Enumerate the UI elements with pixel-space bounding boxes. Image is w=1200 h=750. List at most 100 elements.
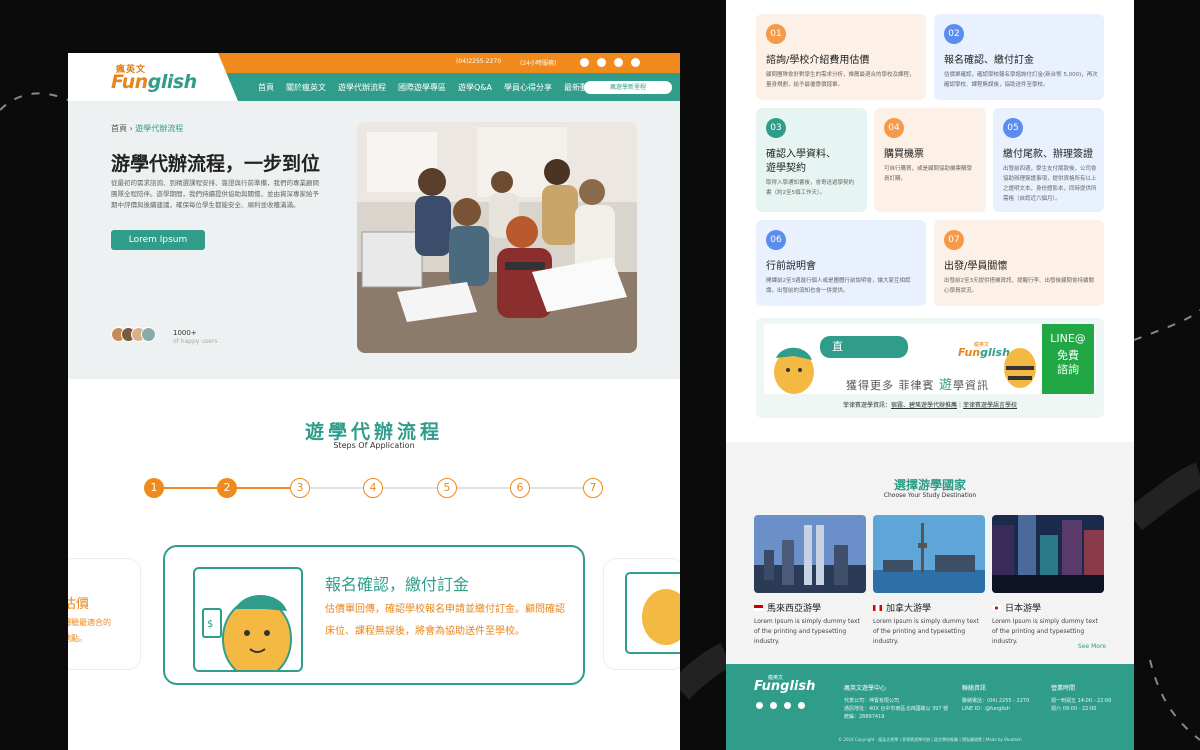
line-title: LINE@ <box>1050 332 1086 345</box>
destination-name: 加拿大游學 <box>873 601 985 614</box>
japan-flag-icon <box>992 604 1001 611</box>
instagram-icon[interactable] <box>614 58 623 67</box>
nav-item-about[interactable]: 關於瘋英文 <box>286 82 326 93</box>
line-banner-highlight2: 學 <box>953 379 966 392</box>
step-5[interactable]: 5 <box>437 478 457 498</box>
line-icon[interactable] <box>580 58 589 67</box>
process-number: 03 <box>766 118 786 138</box>
process-text: 出發前2至3天提供搭機資訊、提醒行李、出發後顧問會持續關心學員狀況。 <box>944 278 1095 294</box>
youtube-icon[interactable] <box>798 702 805 709</box>
step-6[interactable]: 6 <box>510 478 530 498</box>
destination-desc: Lorem Ipsum is simply dummy text of the … <box>754 618 860 645</box>
step-7[interactable]: 7 <box>583 478 603 498</box>
step-2[interactable]: 2 <box>217 478 237 498</box>
process-card-03: 03 確認入學資料、 遊學契約 取得入學通知書後，會寄送遊學契約書（約2至5個工… <box>756 108 867 212</box>
line-consult-button[interactable]: LINE@ 免費 諮詢 <box>1042 324 1094 394</box>
step-card-next[interactable] <box>604 559 680 669</box>
process-text: 取得入學通知書後，會寄送遊學契約書（約2至5個工作天）。 <box>766 180 855 196</box>
nav-item-process[interactable]: 遊學代辦流程 <box>338 82 386 93</box>
process-text: 開課前2至3週進行個人或是團體行前說明會，讓大家互相認識，出發前的須知也會一併提… <box>766 278 911 294</box>
breadcrumb-home[interactable]: 首頁 <box>111 124 127 133</box>
process-title: 諮詢/學校介紹費用估價 <box>766 55 870 66</box>
hero-cta-button[interactable]: Lorem Ipsum <box>111 230 205 250</box>
destination-name-text: 加拿大游學 <box>886 604 932 614</box>
mascot-icon <box>774 347 814 394</box>
main-nav: 首頁 關於瘋英文 遊學代辦流程 國際遊學專區 遊學Q&A 學員心得分享 最新動態 <box>258 82 596 93</box>
footer-hours-line: 週六 09:00 - 22:00 <box>1051 706 1097 712</box>
process-card-07: 07 出發/學員關懷 出發前2至3天提供搭機資訊、提醒行李、出發後顧問會持續關心… <box>934 220 1104 306</box>
step-4[interactable]: 4 <box>363 478 383 498</box>
canada-flag-icon <box>873 604 882 611</box>
process-text: 出發前四週，學生支付尾款後，公司會協助辦理簽證事項，提供資格所有以上之證明文本，… <box>1003 166 1097 202</box>
service-hours: (24小時服務) <box>520 60 557 67</box>
facebook-icon[interactable] <box>597 58 606 67</box>
footer-contact-line[interactable]: LINE ID：@funglish <box>962 705 1029 713</box>
prev-card-title: 估價 <box>68 597 90 612</box>
line-banner[interactable]: 直 獲得更多 菲律賓 遊學資訊 瘋英文 Funglish LINE@ 免費 諮詢… <box>756 318 1104 418</box>
process-card-04: 04 購買機票 可自行購買，或是顧問協助機票購學員訂購。 <box>874 108 986 212</box>
process-title: 確認入學資料、 遊學契約 <box>766 148 836 176</box>
left-page: (04)2255-2270 (24小時服務) 瘋英文 Funglish 首頁 關… <box>68 53 680 750</box>
step-card-previous[interactable]: 估價 體驗最適合的 地點。 <box>68 559 140 669</box>
nav-item-qa[interactable]: 遊學Q&A <box>458 82 492 93</box>
step-1[interactable]: 1 <box>144 478 164 498</box>
bee-mascot-icon <box>1004 348 1036 388</box>
line-sub-line: 諮詢 <box>1057 363 1079 376</box>
process-card-01: 01 諮詢/學校介紹費用估價 顧問團隊會針對學生的需求分析，推薦最適合的學校及課… <box>756 14 926 100</box>
destination-name-text: 馬來西亞游學 <box>767 604 822 614</box>
process-number: 02 <box>944 24 964 44</box>
prev-card-line: 地點。 <box>68 634 87 643</box>
social-icons <box>580 58 640 67</box>
destination-card-japan[interactable]: 日本游學 Lorem Ipsum is simply dummy text of… <box>992 515 1104 647</box>
line-icon[interactable] <box>756 702 763 709</box>
step-card-text: 估價單回傳，確認學校報名申請並繳付訂金。顧問確認床位、課程無誤後，將會為協助送件… <box>325 604 565 637</box>
mascot-illustration: $ <box>193 567 303 672</box>
process-text: 顧問團隊會針對學生的需求分析，推薦最適合的學校及課程，量身規劃，給予最優惠價錢單… <box>766 72 915 88</box>
happy-users-count: 1000+ <box>173 329 197 337</box>
footer-logo[interactable]: Funglish <box>754 679 815 694</box>
phone-number[interactable]: (04)2255-2270 <box>456 58 501 65</box>
japan-photo <box>992 515 1104 593</box>
footer-contact-title: 聯絡資訊 <box>962 685 987 692</box>
hero-description: 從最初的需求諮詢、到精選課程安排、簽證與行前準備，我們的專業顧問團隊全程陪伴。遊… <box>111 179 319 209</box>
nav-item-testimonials[interactable]: 學員心得分享 <box>504 82 552 93</box>
logo-area[interactable]: 瘋英文 Funglish <box>68 53 238 101</box>
breadcrumb-current: 遊學代辦流程 <box>135 124 184 133</box>
speech-bubble: 直 <box>820 336 908 358</box>
nav-cta-button[interactable]: 瘋遊學新里程 <box>584 81 672 94</box>
footer-contact-line[interactable]: 聯絡電話：(04) 2255 - 2270 <box>962 697 1029 705</box>
destination-subtitle: Choose Your Study Destination <box>883 492 977 499</box>
step-card-title: 報名確認，繳付訂金 <box>325 575 470 594</box>
process-card-05: 05 繳付尾款、辦理簽證 出發前四週，學生支付尾款後，公司會協助辦理簽證事項，提… <box>993 108 1104 212</box>
link-cebu-baguio[interactable]: 宿霧、碧瑤遊學代辦推薦 <box>891 402 957 409</box>
link-language-schools[interactable]: 菲律賓遊學語言學校 <box>963 402 1017 409</box>
step-3[interactable]: 3 <box>290 478 310 498</box>
process-title-line: 確認入學資料、 <box>766 149 836 160</box>
see-more-link[interactable]: See More <box>1078 643 1106 650</box>
line-banner-inner: 直 獲得更多 菲律賓 遊學資訊 瘋英文 Funglish LINE@ 免費 諮詢 <box>764 324 1096 394</box>
hero-photo <box>357 122 637 353</box>
nav-item-home[interactable]: 首頁 <box>258 82 274 93</box>
canada-photo <box>873 515 985 593</box>
line-banner-text-prefix: 獲得更多 菲律賓 <box>846 379 935 392</box>
footer-company: 瘋英文遊學中心 代表公司：坤賓有限公司 通訊地址：40X 台中市南區北四國路以 … <box>844 685 948 721</box>
process-number: 06 <box>766 230 786 250</box>
facebook-icon[interactable] <box>770 702 777 709</box>
breadcrumb-separator: › <box>129 124 133 133</box>
footer-hours-title: 營業時間 <box>1051 685 1076 692</box>
footer-hours: 營業時間 週一到週五 14:00 - 22:00 週六 09:00 - 22:0… <box>1051 685 1111 713</box>
malaysia-photo <box>754 515 866 593</box>
instagram-icon[interactable] <box>784 702 791 709</box>
footer-company-line: 通訊地址：40X 台中市南區北四國路以 397 號 <box>844 706 949 712</box>
breadcrumb: 首頁 › 遊學代辦流程 <box>111 123 183 134</box>
step-card-current: $ 報名確認，繳付訂金 估價單回傳，確認學校報名申請並繳付訂金。顧問確認床位、課… <box>163 545 585 685</box>
logo: Funglish <box>111 71 197 93</box>
steps-subtitle: Steps Of Application <box>333 441 415 450</box>
prev-card-line: 體驗最適合的 <box>68 618 111 627</box>
destination-card-canada[interactable]: 加拿大游學 Lorem Ipsum is simply dummy text o… <box>873 515 985 647</box>
nav-item-international[interactable]: 國際遊學專區 <box>398 82 446 93</box>
footer-company-line: 統編：28897419 <box>844 714 885 720</box>
destination-card-malaysia[interactable]: 馬來西亞游學 Lorem Ipsum is simply dummy text … <box>754 515 866 647</box>
avatar <box>141 327 156 342</box>
youtube-icon[interactable] <box>631 58 640 67</box>
